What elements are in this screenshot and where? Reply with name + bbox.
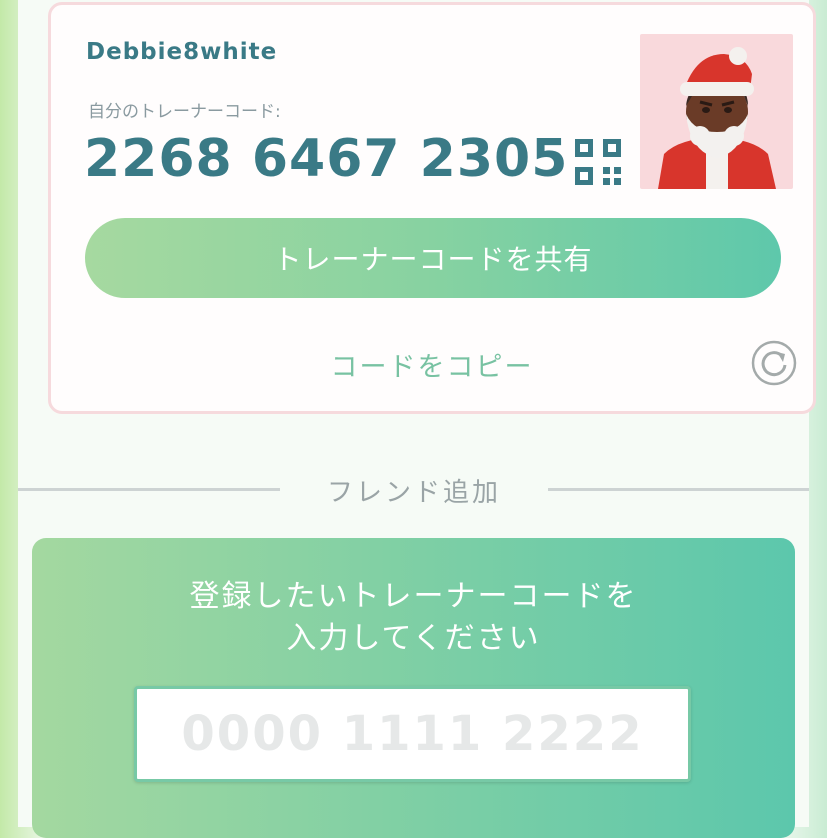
friend-add-section-label: フレンド追加 bbox=[326, 478, 501, 508]
trainer-avatar bbox=[640, 34, 793, 189]
enter-code-prompt-line-1: 登録したいトレーナーコードを bbox=[189, 579, 638, 614]
section-divider-left bbox=[18, 488, 280, 491]
trainer-code: 2268 6467 2305 bbox=[84, 129, 569, 189]
trainer-code-caption: 自分のトレーナーコード: bbox=[88, 102, 281, 122]
friend-add-card: 登録したいトレーナーコードを 入力してください bbox=[32, 538, 795, 838]
qr-code-icon[interactable] bbox=[575, 139, 621, 185]
trainer-username: Debbie8white bbox=[86, 39, 278, 65]
section-divider-right bbox=[548, 488, 809, 491]
trainer-code-input[interactable] bbox=[134, 686, 691, 782]
share-trainer-code-button[interactable]: トレーナーコードを共有 bbox=[85, 218, 781, 298]
enter-code-prompt-line-2: 入力してください bbox=[286, 621, 541, 656]
copy-code-button[interactable]: コードをコピー bbox=[51, 345, 813, 384]
trainer-code-card: Debbie8white 自分のトレーナーコード: 2268 6467 2305 bbox=[48, 2, 816, 414]
enter-code-prompt: 登録したいトレーナーコードを 入力してください bbox=[32, 576, 795, 660]
refresh-icon[interactable] bbox=[750, 339, 798, 387]
friend-code-panel: Debbie8white 自分のトレーナーコード: 2268 6467 2305 bbox=[18, 0, 816, 838]
